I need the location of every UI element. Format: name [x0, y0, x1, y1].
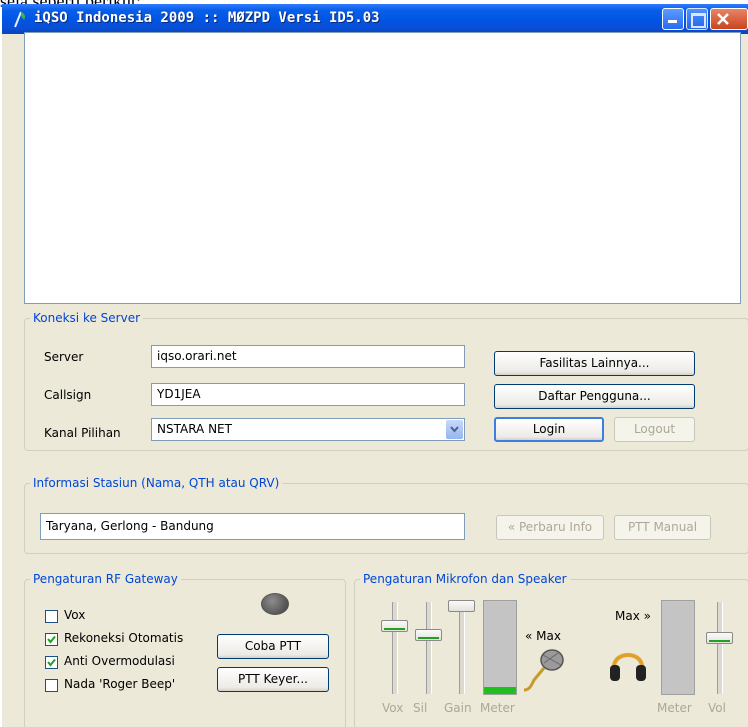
minimize-icon	[668, 20, 677, 23]
koneksi-legend: Koneksi ke Server	[33, 311, 141, 325]
vol-slider-track	[717, 602, 723, 694]
check-icon	[47, 635, 56, 644]
rf-gateway-legend: Pengaturan RF Gateway	[33, 572, 178, 586]
vox-caption: Vox	[382, 701, 404, 715]
callsign-label: Callsign	[44, 388, 92, 402]
daftar-pengguna-button[interactable]: Daftar Pengguna...	[494, 384, 695, 409]
chevron-down-icon	[450, 426, 459, 433]
mic-level-fill	[484, 686, 516, 694]
gain-caption: Gain	[444, 701, 472, 715]
perbaru-info-button[interactable]: « Perbaru Info	[496, 515, 604, 540]
vol-caption: Vol	[708, 701, 726, 715]
title-bar[interactable]: iQSO Indonesia 2009 :: MØZPD Versi ID5.0…	[2, 4, 748, 34]
fasilitas-lainnya-button[interactable]: Fasilitas Lainnya...	[494, 351, 695, 376]
microphone-icon	[523, 649, 564, 692]
roger-beep-label[interactable]: Nada 'Roger Beep'	[64, 677, 175, 691]
server-input[interactable]: iqso.orari.net	[151, 345, 465, 368]
app-icon	[14, 11, 25, 28]
callsign-input[interactable]: YD1JEA	[151, 383, 465, 406]
sil-caption: Sil	[413, 701, 428, 715]
rekoneksi-label[interactable]: Rekoneksi Otomatis	[64, 631, 183, 645]
gain-slider-track	[459, 602, 465, 694]
logout-button[interactable]: Logout	[614, 417, 695, 442]
anti-overmodulasi-checkbox[interactable]	[45, 656, 58, 669]
check-icon	[47, 658, 56, 667]
minimize-button[interactable]	[662, 8, 684, 30]
anti-overmodulasi-label[interactable]: Anti Overmodulasi	[64, 654, 175, 668]
mikrofon-legend: Pengaturan Mikrofon dan Speaker	[363, 572, 567, 586]
roger-beep-checkbox[interactable]	[45, 679, 58, 692]
vox-slider-thumb[interactable]	[381, 619, 408, 632]
close-button[interactable]	[710, 8, 748, 30]
sil-slider-thumb[interactable]	[415, 628, 442, 641]
app-window: iQSO Indonesia 2009 :: MØZPD Versi ID5.0…	[2, 4, 748, 727]
mic-max-label: « Max	[525, 629, 561, 643]
kanal-label: Kanal Pilihan	[44, 426, 121, 440]
dropdown-arrow[interactable]	[446, 420, 463, 439]
speaker-max-label: Max »	[615, 609, 651, 623]
informasi-legend: Informasi Stasiun (Nama, QTH atau QRV)	[33, 476, 280, 490]
speaker-level-meter	[661, 600, 695, 695]
chat-output-area[interactable]	[24, 32, 741, 304]
sil-slider-track	[426, 602, 432, 694]
vox-slider-track	[392, 602, 398, 694]
server-label: Server	[44, 350, 84, 364]
close-icon	[717, 13, 729, 25]
mic-level-meter	[483, 600, 517, 695]
login-button[interactable]: Login	[494, 417, 604, 442]
headphones-icon	[610, 653, 646, 681]
meter-caption: Meter	[480, 701, 515, 715]
ptt-keyer-button[interactable]: PTT Keyer...	[217, 667, 329, 692]
speaker-meter-caption: Meter	[657, 701, 692, 715]
ptt-manual-button[interactable]: PTT Manual	[614, 515, 711, 540]
vox-checkbox[interactable]	[45, 610, 58, 623]
kanal-selected-value: NSTARA NET	[157, 422, 232, 436]
maximize-icon	[691, 13, 706, 28]
gain-slider-thumb[interactable]	[448, 600, 475, 612]
window-title: iQSO Indonesia 2009 :: MØZPD Versi ID5.0…	[34, 10, 380, 26]
coba-ptt-button[interactable]: Coba PTT	[217, 634, 329, 659]
maximize-button[interactable]	[686, 8, 708, 30]
rekoneksi-checkbox[interactable]	[45, 633, 58, 646]
informasi-input[interactable]: Taryana, Gerlong - Bandung	[40, 513, 465, 540]
vol-slider-thumb[interactable]	[706, 631, 733, 644]
vox-label[interactable]: Vox	[64, 608, 85, 622]
kanal-select[interactable]: NSTARA NET	[151, 418, 465, 441]
ptt-status-led	[261, 593, 289, 615]
